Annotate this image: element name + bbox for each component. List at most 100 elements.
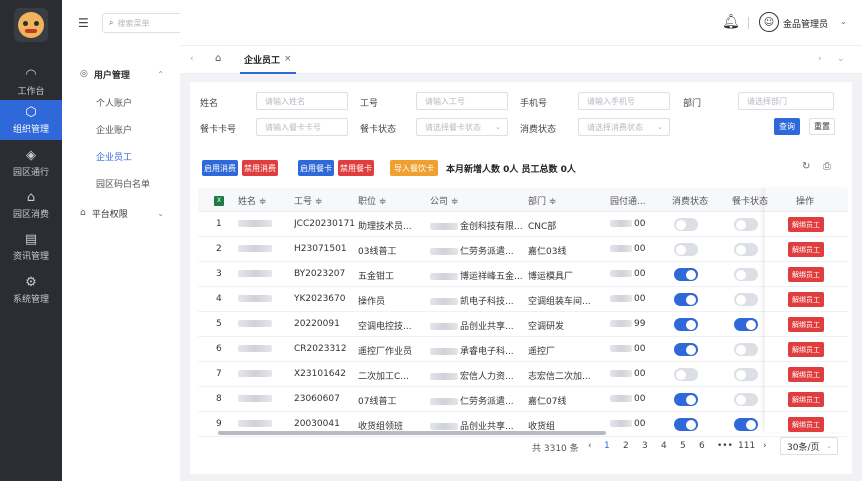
cell-name-redacted [238,269,272,279]
col-dept[interactable]: 部门 ≑ [528,194,556,207]
cell-pay-text: 00 [634,294,646,304]
col-name[interactable]: 姓名 ≑ [238,194,266,207]
unbind-employee-button[interactable]: 解绑员工 [788,292,824,307]
card-status-toggle[interactable] [734,268,758,281]
home-icon[interactable]: ⌂ [215,53,221,64]
unbind-employee-button[interactable]: 解绑员工 [788,392,824,407]
card-status-toggle[interactable] [734,293,758,306]
page-next-icon[interactable]: › [763,441,767,451]
refresh-icon[interactable]: ↻ [802,161,810,172]
cell-index: 5 [216,319,222,329]
chevron-left-icon[interactable]: ‹ [190,54,194,64]
page-last[interactable]: 111 [738,441,755,451]
card-status-toggle[interactable] [734,318,758,331]
card-status-toggle[interactable] [734,218,758,231]
consume-status-toggle[interactable] [674,293,698,306]
page-3[interactable]: 3 [642,441,648,451]
unbind-employee-button[interactable]: 解绑员工 [788,242,824,257]
unbind-employee-button[interactable]: 解绑员工 [788,217,824,232]
chevron-right-icon[interactable]: › [818,54,822,64]
cell-dept-text: 志宏信二次加... [528,372,591,382]
menu-item-company-account[interactable]: 企业账户 [62,119,180,139]
card-status-toggle[interactable] [734,343,758,356]
consume-status-toggle[interactable] [674,393,698,406]
rail-item-system[interactable]: ⚙ 系统管理 [0,270,62,310]
col-no[interactable]: 工号 ≑ [294,194,322,207]
unbind-employee-button[interactable]: 解绑员工 [788,267,824,282]
cell-pay: 99 [610,319,645,329]
page-1[interactable]: 1 [604,441,610,451]
consume-status-toggle[interactable] [674,343,698,356]
rail-item-workbench[interactable]: ◠ 工作台 [0,62,62,102]
document-icon: ▤ [24,231,38,247]
card-status-toggle[interactable] [734,368,758,381]
disable-consume-button[interactable]: 禁用消费 [242,160,278,176]
card-status-toggle[interactable] [734,418,758,431]
chevron-down-icon[interactable]: ⌄ [837,54,845,64]
consume-status-toggle[interactable] [674,243,698,256]
filter-dept-select[interactable]: 请选择部门 [738,92,834,110]
menu-group-user-management[interactable]: ◎ 用户管理 ⌃ [62,64,180,84]
filter-consume-select[interactable]: 请选择消费状态 ⌄ [578,118,670,136]
menu-group-platform-permission[interactable]: ⌂ 平台权限 ⌄ [62,203,180,223]
unbind-employee-button[interactable]: 解绑员工 [788,342,824,357]
cell-company-text: 仁劳务派遣... [460,397,514,407]
col-position[interactable]: 职位 ≑ [358,194,386,207]
consume-status-toggle[interactable] [674,418,698,431]
disable-card-button[interactable]: 禁用餐卡 [338,160,374,176]
cell-index-text: 5 [216,319,222,329]
page-ellipsis[interactable]: ••• [717,441,733,451]
page-2[interactable]: 2 [623,441,629,451]
col-company[interactable]: 公司 ≑ [430,194,458,207]
cell-position: 空调电控技... [358,319,424,332]
card-status-toggle[interactable] [734,393,758,406]
import-card-button[interactable]: 导入餐饮卡 [390,160,438,176]
rail-item-label: 组织管理 [12,124,49,135]
rail-item-access[interactable]: ◈ 园区通行 [0,143,62,183]
rail-item-consume[interactable]: ⌂ 园区消费 [0,185,62,225]
page-5[interactable]: 5 [680,441,686,451]
redacted-block [430,223,458,230]
enable-consume-button[interactable]: 启用消费 [202,160,238,176]
page-6[interactable]: 6 [699,441,705,451]
cell-position: 03线普工 [358,244,424,257]
rail-item-label: 园区通行 [12,167,49,178]
page-4[interactable]: 4 [661,441,667,451]
unbind-employee-button[interactable]: 解绑员工 [788,317,824,332]
filter-phone-input[interactable]: 请输入手机号 [578,92,670,110]
close-icon[interactable]: × [284,54,292,64]
bell-icon[interactable]: 🔔︎ [722,14,740,30]
menu-collapse-icon[interactable]: ☰ [78,16,89,30]
consume-status-toggle[interactable] [674,318,698,331]
menu-item-whitelist[interactable]: 园区码白名单 [62,173,180,193]
filter-name-input[interactable]: 请输入姓名 [256,92,348,110]
consume-status-toggle[interactable] [674,268,698,281]
card-status-toggle[interactable] [734,243,758,256]
print-icon[interactable]: ⎙ [823,161,831,172]
consume-status-toggle[interactable] [674,218,698,231]
menu-item-personal-account[interactable]: 个人账户 [62,92,180,112]
reset-button[interactable]: 重置 [809,118,835,135]
rail-item-news[interactable]: ▤ 资讯管理 [0,227,62,267]
cell-company: 品创业共享... [430,319,522,332]
cell-name-redacted [238,319,272,329]
chevron-down-icon[interactable]: ⌄ [840,17,847,26]
query-button[interactable]: 查询 [774,118,800,135]
tab-company-employee[interactable]: 企业员工 × [240,46,296,74]
menu-item-company-employee[interactable]: 企业员工 [62,146,180,166]
unbind-employee-button[interactable]: 解绑员工 [788,367,824,382]
filter-no-input[interactable]: 请输入工号 [416,92,508,110]
user-name[interactable]: 金品管理员 [783,17,828,30]
cell-company-text: 仁劳务派遣... [460,247,514,257]
unbind-employee-button[interactable]: 解绑员工 [788,417,824,432]
cell-index: 1 [216,219,222,229]
rail-item-org[interactable]: ⬡ 组织管理 [0,100,62,140]
horizontal-scrollbar[interactable] [218,431,606,435]
filter-cardstatus-select[interactable]: 请选择餐卡状态 ⌄ [416,118,508,136]
avatar[interactable]: ☺ [759,12,779,32]
consume-status-toggle[interactable] [674,368,698,381]
page-prev-icon[interactable]: ‹ [588,441,592,451]
page-size-select[interactable]: 30条/页 ⌄ [780,437,838,455]
filter-card-input[interactable]: 请输入餐卡卡号 [256,118,348,136]
enable-card-button[interactable]: 启用餐卡 [298,160,334,176]
